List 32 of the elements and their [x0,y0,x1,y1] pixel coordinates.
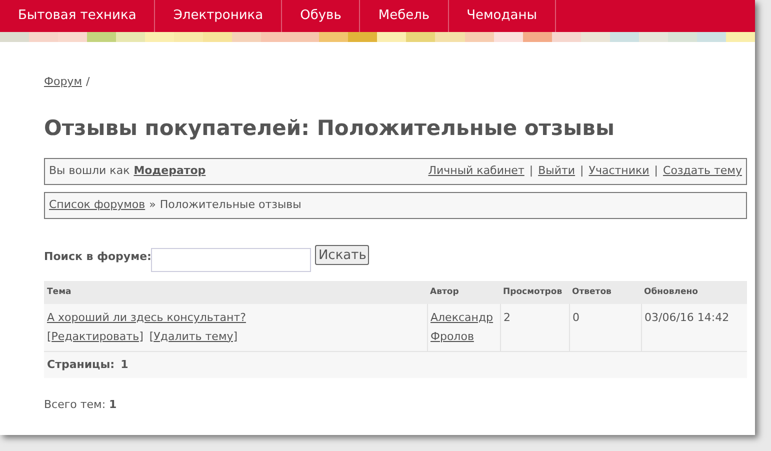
breadcrumb-separator: / [86,74,90,90]
forum-list-link[interactable]: Список форумов [49,197,146,214]
page-number[interactable]: 1 [120,356,128,373]
breadcrumb-link[interactable]: Форум [44,74,82,90]
updated-cell: 03/06/16 14:42 [641,304,747,352]
login-text: Вы вошли как [49,163,130,180]
pages-label: Страницы: [47,356,115,372]
user-menu-link[interactable]: Личный кабинет [428,163,524,180]
user-link[interactable]: Модератор [134,163,206,180]
column-header: Ответов [569,281,641,304]
page-title: Отзывы покупателей: Положительные отзывы [44,114,616,142]
current-forum: Положительные отзывы [160,197,302,214]
topic-count: Всего тем: 1 [44,396,118,412]
column-header: Просмотров [500,281,569,304]
search-button[interactable]: Искать [315,245,370,265]
user-menu-link[interactable]: Выйти [538,163,576,180]
link-separator: | [580,163,584,180]
link-separator: | [654,163,658,180]
path-separator: » [149,197,156,214]
user-menu-link[interactable]: Участники [588,163,650,180]
user-menu-link[interactable]: Создать тему [663,163,742,180]
topic-link[interactable]: А хороший ли здесь консультант? [47,310,424,326]
column-header: Тема [44,281,427,304]
search-label: Поиск в форуме: [44,249,152,265]
author-link[interactable]: Фролов [430,328,496,345]
link-separator: | [529,163,534,180]
search-field[interactable] [151,248,312,272]
topic-action-link[interactable]: [Удалить тему] [149,328,238,345]
author-link[interactable]: Александр [430,310,496,326]
column-header: Обновлено [641,281,747,304]
topic-action-link[interactable]: [Редактировать] [47,328,144,345]
column-header: Автор [427,281,500,304]
